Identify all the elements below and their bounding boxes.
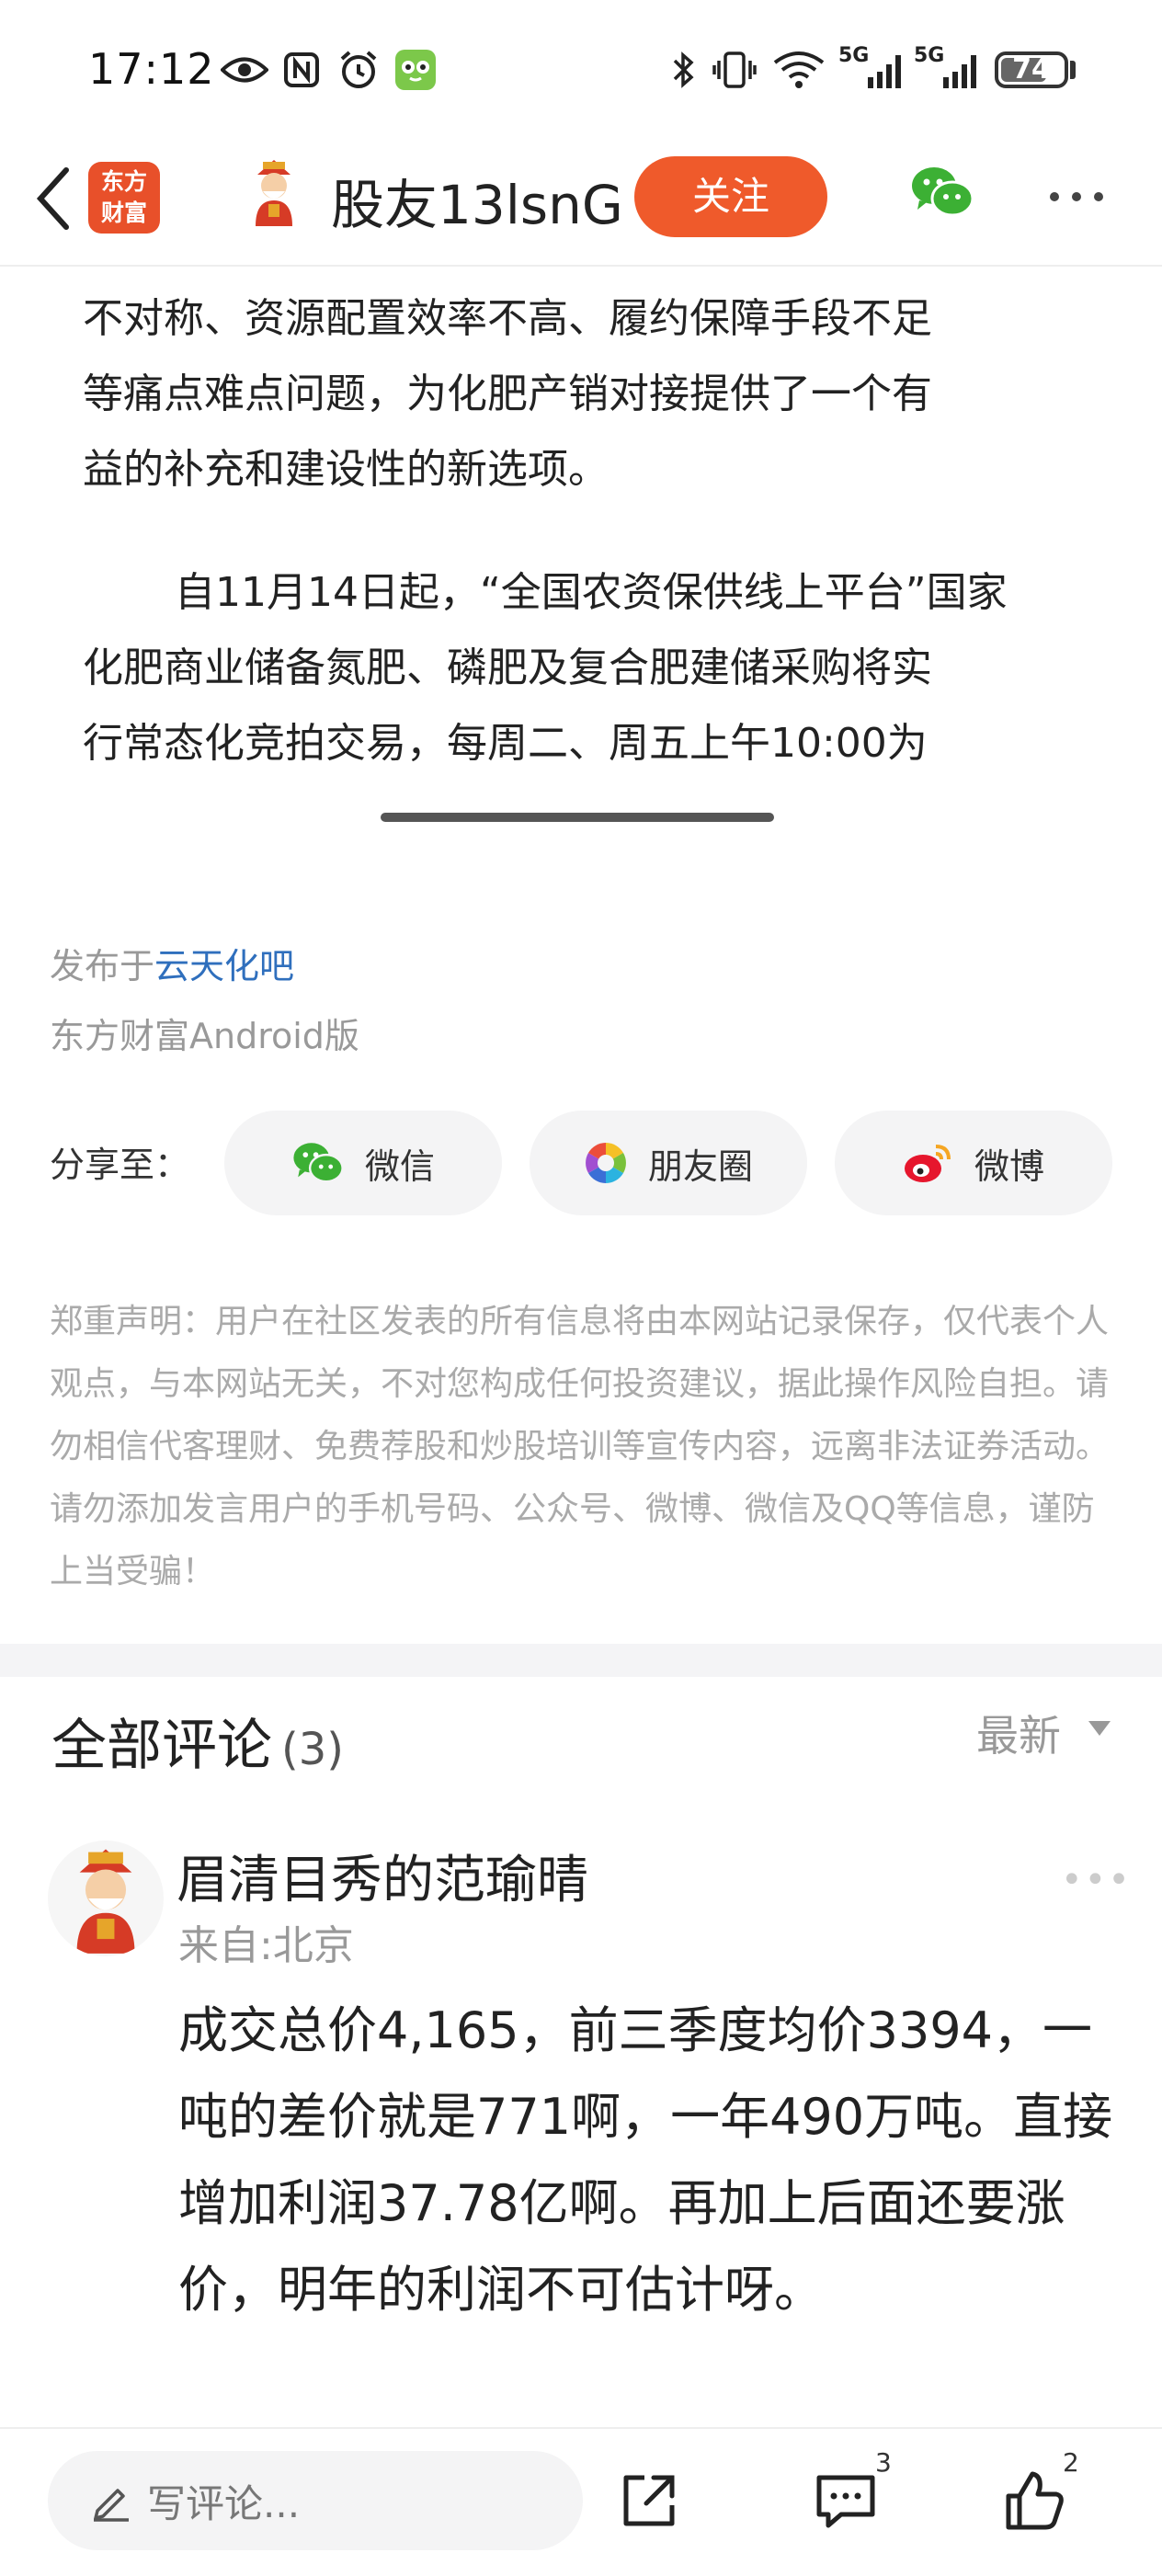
caret-down-icon[interactable]	[1088, 1721, 1111, 1736]
article-line: 自11月14日起，“全国农资保供线上平台”国家	[175, 569, 1008, 616]
moments-icon	[586, 1143, 626, 1183]
article-line: 不对称、资源配置效率不高、履约保障手段不足	[83, 295, 932, 342]
comment-icon[interactable]	[809, 2464, 883, 2537]
follow-button[interactable]: 关注	[634, 156, 827, 237]
comments-header: 全部评论 (3)	[51, 1701, 344, 1781]
like-count-badge: 2	[1063, 2447, 1079, 2478]
battery-level: 74	[1012, 53, 1051, 85]
comment-count-badge: 3	[875, 2447, 892, 2478]
article-line: 等痛点难点问题，为化肥产销对接提供了一个有	[83, 370, 932, 417]
article-paragraph: 不对称、资源配置效率不高、履约保障手段不足 等痛点难点问题，为化肥产销对接提供了…	[83, 281, 1094, 507]
avatar[interactable]	[237, 154, 311, 228]
back-icon[interactable]	[26, 162, 81, 235]
wifi-icon	[769, 50, 829, 90]
pencil-icon	[94, 2489, 129, 2522]
status-time: 17:12	[88, 44, 215, 94]
section-divider	[0, 1644, 1162, 1677]
article-paragraph: 自11月14日起，“全国农资保供线上平台”国家 化肥商业储备氮肥、磷肥及复合肥建…	[83, 555, 1094, 781]
nfc-icon	[281, 50, 322, 90]
share-moments-label: 朋友圈	[647, 1146, 753, 1187]
sort-dropdown[interactable]: 最新	[976, 1703, 1061, 1763]
eye-icon	[219, 50, 270, 90]
battery-indicator: 74	[995, 51, 1068, 88]
share-icon[interactable]	[612, 2464, 686, 2537]
comment-username[interactable]: 眉清目秀的范瑜晴	[177, 1839, 588, 1913]
comments-title: 全部评论	[51, 1714, 272, 1778]
app-logo[interactable]: 东方 财富	[88, 162, 160, 234]
comment-more-icon[interactable]: •••	[1061, 1859, 1132, 1901]
share-moments-button[interactable]: 朋友圈	[530, 1111, 807, 1215]
comment-text: 成交总价4,165，前三季度均价3394，一吨的差价就是771啊，一年490万吨…	[178, 2001, 1113, 2319]
article-line: 行常态化竞拍交易，每周二、周五上午10:00为	[83, 720, 928, 767]
share-weibo-label: 微博	[974, 1146, 1044, 1187]
platform-label: 东方财富Android版	[50, 1016, 359, 1056]
weibo-icon	[904, 1145, 951, 1182]
signal-icon: 5G	[912, 44, 978, 90]
disclaimer-text: 郑重声明：用户在社区发表的所有信息将由本网站记录保存，仅代表个人观点，与本网站无…	[50, 1303, 1110, 1590]
vibrate-icon	[712, 50, 758, 90]
share-wechat-button[interactable]: 微信	[224, 1111, 502, 1215]
wechat-icon	[293, 1143, 344, 1183]
wechat-icon[interactable]	[910, 164, 974, 224]
comment-placeholder: 写评论...	[147, 2480, 301, 2526]
share-label: 分享至：	[50, 1145, 190, 1185]
comment-location: 来自:北京	[178, 1922, 354, 1969]
thumbs-up-icon[interactable]	[998, 2464, 1072, 2537]
scrollbar[interactable]	[381, 813, 774, 822]
share-weibo-button[interactable]: 微博	[835, 1111, 1112, 1215]
article-line: 化肥商业储备氮肥、磷肥及复合肥建储采购将实	[83, 644, 932, 691]
bar-link[interactable]: 云天化吧	[154, 946, 294, 986]
more-icon[interactable]	[1046, 180, 1107, 213]
comment-input[interactable]: 写评论...	[48, 2451, 583, 2550]
app-icon	[393, 50, 438, 90]
article-line: 益的补充和建设性的新选项。	[83, 446, 609, 493]
battery-cap	[1070, 61, 1076, 79]
author-name[interactable]: 股友13lsnG	[331, 162, 623, 239]
avatar[interactable]	[48, 1841, 164, 1956]
logo-text: 东方 财富	[100, 168, 147, 226]
published-in: 发布于云天化吧	[50, 938, 294, 988]
comments-count: (3)	[281, 1724, 344, 1775]
share-wechat-label: 微信	[364, 1146, 435, 1187]
alarm-icon	[336, 50, 381, 90]
bluetooth-icon	[667, 50, 701, 90]
signal-icon: 5G	[837, 44, 903, 90]
published-prefix: 发布于	[50, 946, 155, 986]
